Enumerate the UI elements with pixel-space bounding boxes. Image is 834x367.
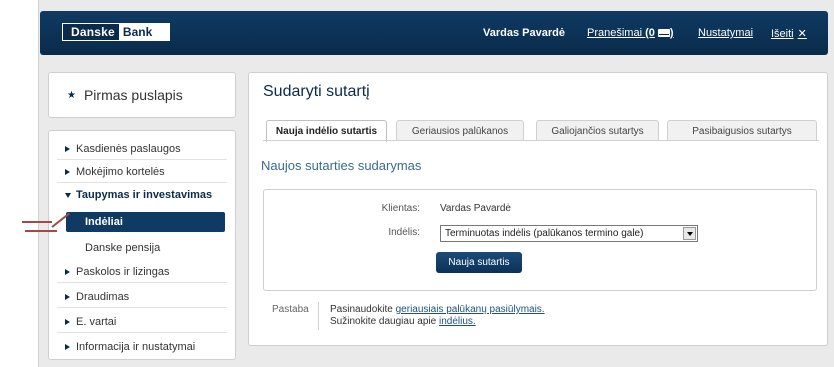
sidebar-item-savings[interactable]: Taupymas ir investavimas — [57, 184, 227, 206]
star-icon: ★ — [67, 89, 76, 101]
user-name: Vardas Pavardė — [483, 27, 565, 39]
main-panel: Sudaryti sutartį Nauja indėlio sutartis … — [248, 72, 828, 346]
deposit-select[interactable]: Terminuotas indėlis (palūkanos termino g… — [440, 225, 698, 242]
deposit-label: Indėlis: — [388, 227, 420, 238]
triangle-right-icon — [65, 344, 70, 350]
tab-best-rates[interactable]: Geriausios palūkanos — [396, 120, 524, 141]
best-rates-link[interactable]: geriausiais palūkanų pasiūlymais. — [396, 304, 545, 315]
note-line-2-text: Sužinokite daugiau apie — [330, 316, 439, 327]
messages-count-close: ) — [669, 27, 674, 39]
note-line-1-text: Pasinaudokite — [330, 304, 396, 315]
triangle-right-icon — [65, 168, 70, 175]
close-icon: ✕ — [797, 28, 807, 40]
triangle-down-icon — [65, 192, 71, 198]
sidebar-item-label: Paskolos ir lizingas — [76, 265, 170, 278]
triangle-right-icon — [65, 318, 70, 325]
new-contract-button[interactable]: Nauja sutartis — [436, 252, 522, 273]
sidebar-item-label: Informacija ir nustatymai — [76, 341, 196, 353]
sidebar-item-payment-cards[interactable]: Mokėjimo kortelės — [57, 161, 227, 183]
client-label: Klientas: — [381, 203, 420, 214]
sidebar-item-daily-services[interactable]: Kasdienės paslaugos — [57, 138, 227, 160]
messages-count: (0 — [645, 27, 655, 39]
sidebar-item-insurance[interactable]: Draudimas — [57, 286, 227, 308]
sidebar-item-label: Kasdienės paslaugos — [76, 142, 181, 155]
tab-expired-contracts[interactable]: Pasibaigusios sutartys — [667, 120, 817, 141]
client-value: Vardas Pavardė — [440, 203, 511, 214]
danske-bank-logo[interactable]: Danske Bank — [62, 23, 170, 41]
sidebar-item-label: Taupymas ir investavimas — [76, 189, 213, 201]
sidebar-item-home[interactable]: ★ Pirmas puslapis — [67, 87, 183, 103]
settings-link[interactable]: Nustatymai — [698, 27, 753, 39]
sidebar-item-info-settings[interactable]: Informacija ir nustatymai — [57, 336, 227, 358]
sidebar-subitem-pension[interactable]: Danske pensija — [66, 238, 225, 258]
envelope-icon — [657, 29, 670, 37]
tab-new-deposit[interactable]: Nauja indėlio sutartis — [266, 120, 387, 142]
messages-label: Pranešimai — [587, 27, 643, 39]
sidebar-item-label: E. vartai — [76, 315, 117, 328]
logout-link[interactable]: Išeiti ✕ — [771, 27, 807, 40]
note-line-1: Pasinaudokite geriausiais palūkanų pasiū… — [330, 304, 545, 315]
pointer-arrow-line — [22, 221, 52, 223]
note-divider — [318, 302, 319, 330]
top-bar: Danske Bank Vardas Pavardė Pranešimai (0… — [40, 11, 828, 55]
page-title: Sudaryti sutartį — [263, 83, 370, 100]
tabs-divider — [263, 140, 819, 141]
deposits-link[interactable]: indėlius. — [439, 316, 476, 327]
sidebar-item-e-gateway[interactable]: E. vartai — [57, 311, 227, 333]
logo-right-text: Bank — [118, 24, 169, 40]
sidebar-item-label: Draudimas — [76, 290, 130, 303]
sidebar-item-label: Mokėjimo kortelės — [76, 165, 165, 178]
triangle-right-icon — [65, 268, 70, 275]
triangle-right-icon — [65, 293, 70, 300]
logo-left-text: Danske — [63, 24, 119, 40]
pointer-arrow-line — [25, 230, 57, 232]
chevron-down-icon[interactable] — [683, 227, 696, 240]
home-label: Pirmas puslapis — [83, 87, 183, 103]
triangle-right-icon — [65, 145, 70, 152]
sidebar-item-loans[interactable]: Paskolos ir lizingas — [57, 261, 227, 283]
deposit-select-value: Terminuotas indėlis (palūkanos termino g… — [445, 228, 644, 239]
logout-label: Išeiti — [771, 28, 794, 40]
note-line-2: Sužinokite daugiau apie indėlius. — [330, 316, 476, 327]
sidebar-subitem-deposits[interactable]: Indėliai — [66, 212, 225, 232]
note-label: Pastaba — [272, 304, 309, 315]
messages-link[interactable]: Pranešimai (0) — [587, 27, 674, 39]
contract-form: Klientas: Vardas Pavardė Indėlis: Termin… — [263, 189, 817, 291]
section-title: Naujos sutarties sudarymas — [261, 158, 422, 173]
home-box: ★ Pirmas puslapis — [48, 72, 236, 118]
tab-active-contracts[interactable]: Galiojančios sutartys — [536, 120, 659, 141]
